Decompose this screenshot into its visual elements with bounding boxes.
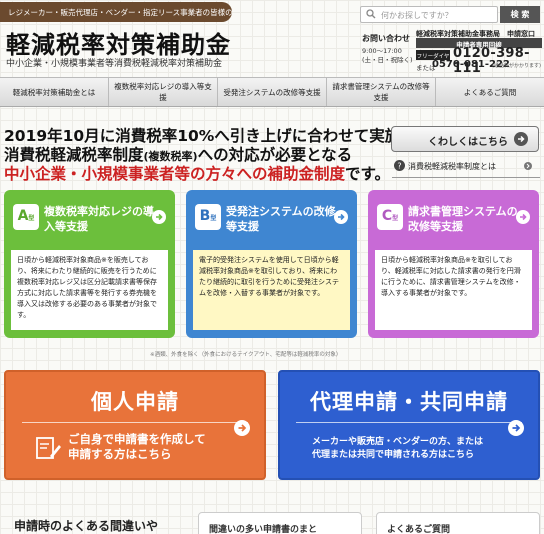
type-c-card[interactable]: C型 請求書管理システムの改修等支援 日頃から軽減税率対象商品※を取引しており、… — [368, 190, 539, 338]
hero-line-3: 中小企業・小規模事業者等の方々への補助金制度です。 — [4, 162, 390, 184]
personal-application-title: 個人申請 — [91, 390, 179, 414]
hero-line-3-tail: です。 — [345, 165, 390, 183]
arrow-right-circle-icon — [152, 210, 166, 224]
type-b-card[interactable]: B型 受発注システムの改修等支援 電子的受発注システムを使用して日頃から軽減税率… — [186, 190, 357, 338]
type-c-letter: C — [381, 208, 393, 224]
faq-card[interactable]: よくあるご質問 — [376, 512, 540, 534]
type-a-card[interactable]: A型 複数税率対応レジの導入等支援 日頃から軽減税率対象商品※を販売しており、将… — [4, 190, 175, 338]
type-c-suffix: 型 — [392, 215, 399, 222]
site-title: 軽減税率対策補助金 — [6, 31, 231, 59]
type-b-description: 電子的受発注システムを使用して日頃から軽減税率対象商品※を取引しており、将来にわ… — [193, 250, 350, 330]
personal-application-description: ご自身で申請書を作成して 申請する方はこちら — [68, 432, 206, 462]
site-subtitle: 中小企業・小規模事業者等消費税軽減税率対策補助金 — [6, 59, 223, 69]
chevron-right-icon — [524, 162, 532, 170]
personal-application-button[interactable]: 個人申請 ご自身で申請書を作成して 申請する方はこちら — [4, 370, 266, 480]
eligibility-footnote: ※酒類、外食を除く（外食におけるテイクアウト、宅配等は軽減税率の対象） — [150, 352, 342, 358]
agent-desc-line1: メーカーや販売店・ベンダーの方、または — [312, 437, 484, 447]
contact-hours: 9:00～17:00 (土・日・祝除く) — [362, 47, 413, 65]
nav-item-about-subsidy[interactable]: 軽減税率対策補助金とは — [0, 78, 109, 106]
nav-item-register-support[interactable]: 複数税率対応レジの導入等支援 — [109, 78, 218, 106]
common-mistakes-card[interactable]: 間違いの多い申請書のまと — [198, 512, 362, 534]
arrow-right-circle-icon — [516, 210, 530, 224]
type-a-badge: A型 — [13, 204, 39, 230]
alt-number-note: (通話料がかかります) — [492, 63, 541, 69]
main-nav: 軽減税率対策補助金とは 複数税率対応レジの導入等支援 受発注システムの改修等支援… — [0, 77, 544, 107]
common-mistakes-label: 間違いの多い申請書のまと — [209, 525, 318, 534]
contact-hours-time: 9:00～17:00 — [362, 47, 402, 55]
agent-application-button[interactable]: 代理申請・共同申請 メーカーや販売店・ベンダーの方、または 代理または共同で申請… — [278, 370, 540, 480]
type-a-title: 複数税率対応レジの導入等支援 — [44, 205, 154, 233]
type-a-suffix: 型 — [28, 215, 35, 222]
document-pen-icon — [36, 437, 61, 459]
faq-section-heading: 申請時のよくある間違いや — [14, 519, 159, 533]
type-b-title: 受発注システムの改修等支援 — [226, 205, 336, 233]
about-reduced-tax-link[interactable]: 消費税軽減税率制度とは — [392, 161, 496, 172]
search-button[interactable]: 検 索 — [500, 6, 540, 23]
personal-application-divider — [22, 422, 248, 423]
hero-line-3-main: 中小企業・小規模事業者等の方々への補助金制度 — [4, 165, 346, 183]
type-c-description: 日頃から軽減税率対象商品※を取引しており、軽減税率に対応した請求書の発行を円滑に… — [375, 250, 532, 330]
search-icon — [366, 9, 376, 19]
type-a-letter: A — [17, 208, 29, 224]
type-b-badge: B型 — [195, 204, 221, 230]
faq-card-label: よくあるご質問 — [387, 525, 451, 534]
type-a-description: 日頃から軽減税率対象商品※を販売しており、将来にわたり継続的に販売を行うために複… — [11, 250, 168, 330]
agent-application-description: メーカーや販売店・ベンダーの方、または 代理または共同で申請される方はこちら — [312, 436, 483, 462]
personal-desc-line1: ご自身で申請書を作成して — [68, 432, 206, 446]
contact-title: お問い合わせ — [362, 34, 410, 43]
agent-application-title: 代理申請・共同申請 — [310, 390, 508, 414]
type-b-letter: B — [199, 208, 211, 224]
contact-hours-days: (土・日・祝除く) — [362, 56, 413, 64]
nav-item-ordering-support[interactable]: 受発注システムの改修等支援 — [218, 78, 327, 106]
type-b-suffix: 型 — [210, 215, 217, 222]
arrow-right-circle-icon — [334, 210, 348, 224]
search-input[interactable]: 何かお探しですか？ — [360, 6, 498, 23]
vendor-page-link[interactable]: レジメーカー・販売代理店・ベンダー・指定リース事業者の皆様のページはこちら — [0, 2, 232, 22]
arrow-right-circle-icon — [514, 132, 528, 146]
agent-desc-line2: 代理または共同で申請される方はこちら — [312, 450, 475, 460]
about-link-divider — [392, 177, 540, 178]
type-c-title: 請求書管理システムの改修等支援 — [408, 205, 518, 233]
agent-application-divider — [296, 422, 522, 423]
personal-desc-line2: 申請する方はこちら — [68, 447, 172, 461]
nav-item-faq[interactable]: よくあるご質問 — [436, 78, 544, 106]
type-c-badge: C型 — [377, 204, 403, 230]
arrow-right-circle-icon — [234, 420, 250, 436]
nav-item-invoice-support[interactable]: 請求書管理システムの改修等支援 — [327, 78, 436, 106]
arrow-right-circle-icon — [508, 420, 524, 436]
